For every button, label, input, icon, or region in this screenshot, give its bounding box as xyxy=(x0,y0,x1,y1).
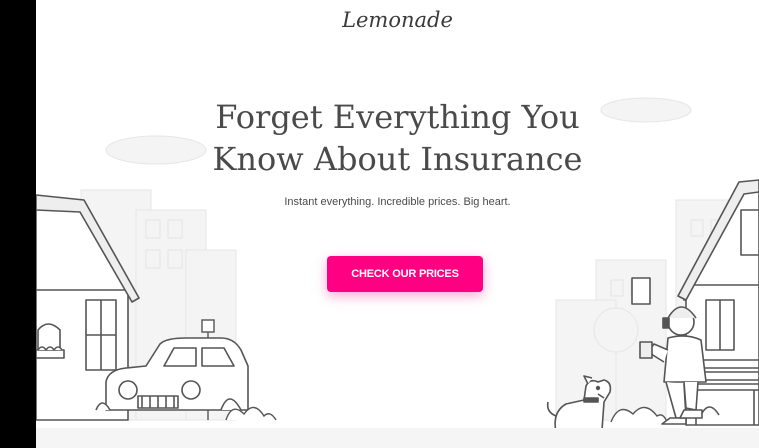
hero-title: Forget Everything You Know About Insuran… xyxy=(116,96,679,180)
city-scene-illustration xyxy=(36,97,759,433)
hero-title-line-1: Forget Everything You xyxy=(215,98,580,136)
check-our-prices-button[interactable]: CHECK OUR PRICES xyxy=(327,256,483,292)
landing-page: Lemonade Forget Everything You Know Abou… xyxy=(36,0,759,448)
hero-subtitle: Instant everything. Incredible prices. B… xyxy=(284,196,511,208)
brand-logo[interactable]: Lemonade xyxy=(36,8,759,32)
hero-title-line-2: Know About Insurance xyxy=(212,140,583,178)
ground-strip xyxy=(36,428,759,448)
